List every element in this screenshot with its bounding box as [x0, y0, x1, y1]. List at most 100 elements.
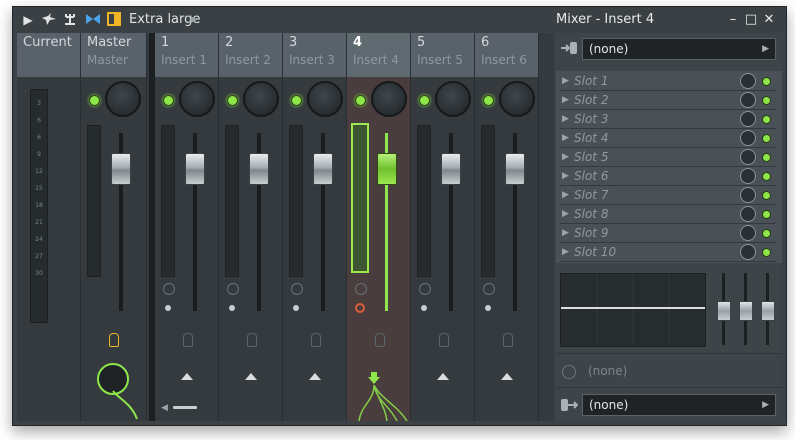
volume-fader[interactable]	[249, 153, 269, 185]
clock-icon[interactable]	[291, 283, 303, 295]
slot-enable-led[interactable]	[762, 115, 771, 124]
slot-mix-knob[interactable]	[740, 111, 756, 127]
volume-fader[interactable]	[185, 153, 205, 185]
mute-led[interactable]	[419, 95, 430, 106]
strip-insert-5[interactable]: 5 Insert 5	[411, 33, 475, 421]
input-select[interactable]: (none) ▶	[582, 38, 776, 60]
effect-slot[interactable]: ▶ Slot 7	[560, 186, 776, 205]
slot-enable-led[interactable]	[762, 229, 771, 238]
clock-icon[interactable]	[419, 283, 431, 295]
mute-led[interactable]	[291, 95, 302, 106]
slot-mix-knob[interactable]	[740, 130, 756, 146]
menu-arrow-icon[interactable]: ▶	[190, 12, 198, 28]
clock-icon[interactable]	[163, 283, 175, 295]
expand-arrow-icon[interactable]: ▶	[562, 93, 569, 107]
slot-enable-led[interactable]	[762, 134, 771, 143]
route-dot[interactable]	[421, 305, 427, 311]
send-down-arrow-icon[interactable]	[367, 371, 381, 385]
close-button[interactable]: ✕	[761, 11, 777, 29]
eq-low-fader[interactable]	[717, 301, 731, 321]
lock-icon[interactable]	[503, 333, 513, 347]
mute-led[interactable]	[227, 95, 238, 106]
mute-led[interactable]	[163, 95, 174, 106]
volume-fader[interactable]	[111, 153, 131, 185]
bird-icon[interactable]	[41, 12, 57, 28]
eq-graph[interactable]	[560, 273, 706, 347]
route-dot[interactable]	[165, 305, 171, 311]
pan-knob[interactable]	[371, 81, 407, 117]
expand-arrow-icon[interactable]: ▶	[562, 131, 569, 145]
slot-mix-knob[interactable]	[740, 168, 756, 184]
eq-high-fader[interactable]	[761, 301, 775, 321]
effect-slot[interactable]: ▶ Slot 4	[560, 129, 776, 148]
pan-knob[interactable]	[105, 81, 141, 117]
expand-arrow-icon[interactable]: ▶	[562, 245, 569, 259]
pan-knob[interactable]	[499, 81, 535, 117]
effect-slot[interactable]: ▶ Slot 6	[560, 167, 776, 186]
send-arrow-icon[interactable]	[245, 373, 257, 380]
input-plug-icon[interactable]	[560, 40, 578, 56]
strip-master[interactable]: Master Master	[81, 33, 147, 421]
slot-enable-led[interactable]	[762, 248, 771, 257]
mute-led[interactable]	[89, 95, 100, 106]
strip-insert-1[interactable]: 1 Insert 1	[155, 33, 219, 421]
mute-led[interactable]	[355, 95, 366, 106]
slot-mix-knob[interactable]	[740, 225, 756, 241]
volume-fader[interactable]	[505, 153, 525, 185]
strip-insert-6[interactable]: 6 Insert 6	[475, 33, 539, 421]
send-arrow-icon[interactable]	[309, 373, 321, 380]
slot-enable-led[interactable]	[762, 96, 771, 105]
route-dot[interactable]	[229, 305, 235, 311]
maximize-button[interactable]: □	[743, 11, 759, 29]
route-dot[interactable]	[485, 305, 491, 311]
effect-slot[interactable]: ▶ Slot 9	[560, 224, 776, 243]
lock-icon[interactable]	[183, 333, 193, 347]
slot-mix-knob[interactable]	[740, 244, 756, 260]
clock-icon[interactable]	[562, 365, 576, 379]
slot-mix-knob[interactable]	[740, 92, 756, 108]
effect-slot[interactable]: ▶ Slot 8	[560, 205, 776, 224]
slot-enable-led[interactable]	[762, 210, 771, 219]
lock-icon[interactable]	[375, 333, 385, 347]
slot-enable-led[interactable]	[762, 191, 771, 200]
strip-insert-4-selected[interactable]: 4 Insert 4	[347, 33, 411, 421]
expand-arrow-icon[interactable]: ▶	[562, 74, 569, 88]
output-plug-icon[interactable]	[560, 397, 578, 413]
pan-knob[interactable]	[243, 81, 279, 117]
effect-slot[interactable]: ▶ Slot 1	[560, 72, 776, 91]
clock-icon[interactable]	[227, 283, 239, 295]
send-arrow-icon[interactable]	[501, 373, 513, 380]
clock-icon[interactable]	[483, 283, 495, 295]
clock-icon[interactable]	[355, 283, 367, 295]
lock-icon[interactable]	[439, 333, 449, 347]
eq-mid-fader[interactable]	[739, 301, 753, 321]
effect-slot[interactable]: ▶ Slot 3	[560, 110, 776, 129]
mute-led[interactable]	[483, 95, 494, 106]
expand-arrow-icon[interactable]: ▶	[562, 150, 569, 164]
panel-toggle-icon[interactable]	[107, 12, 121, 28]
volume-fader[interactable]	[313, 153, 333, 185]
lock-icon[interactable]	[311, 333, 321, 347]
expand-arrow-icon[interactable]: ▶	[562, 188, 569, 202]
pan-knob[interactable]	[179, 81, 215, 117]
send-arrow-icon[interactable]	[437, 373, 449, 380]
strip-current[interactable]: Current 3 6 6 9 12 15 18 21 24 27 30	[17, 33, 81, 421]
lock-icon[interactable]	[109, 333, 119, 347]
pitchfork-icon[interactable]	[63, 12, 77, 28]
strip-insert-2[interactable]: 2 Insert 2	[219, 33, 283, 421]
slot-mix-knob[interactable]	[740, 187, 756, 203]
horizontal-scrollbar[interactable]	[173, 406, 197, 409]
slot-mix-knob[interactable]	[740, 149, 756, 165]
volume-fader[interactable]	[377, 153, 397, 185]
slot-enable-led[interactable]	[762, 77, 771, 86]
expand-arrow-icon[interactable]: ▶	[562, 226, 569, 240]
effect-slot[interactable]: ▶ Slot 10	[560, 243, 776, 262]
slot-enable-led[interactable]	[762, 153, 771, 162]
output-select[interactable]: (none) ▶	[582, 394, 776, 416]
strip-insert-3[interactable]: 3 Insert 3	[283, 33, 347, 421]
expand-arrow-icon[interactable]: ▶	[562, 207, 569, 221]
pan-knob[interactable]	[307, 81, 343, 117]
slot-mix-knob[interactable]	[740, 73, 756, 89]
effect-slot[interactable]: ▶ Slot 5	[560, 148, 776, 167]
effect-slot[interactable]: ▶ Slot 2	[560, 91, 776, 110]
